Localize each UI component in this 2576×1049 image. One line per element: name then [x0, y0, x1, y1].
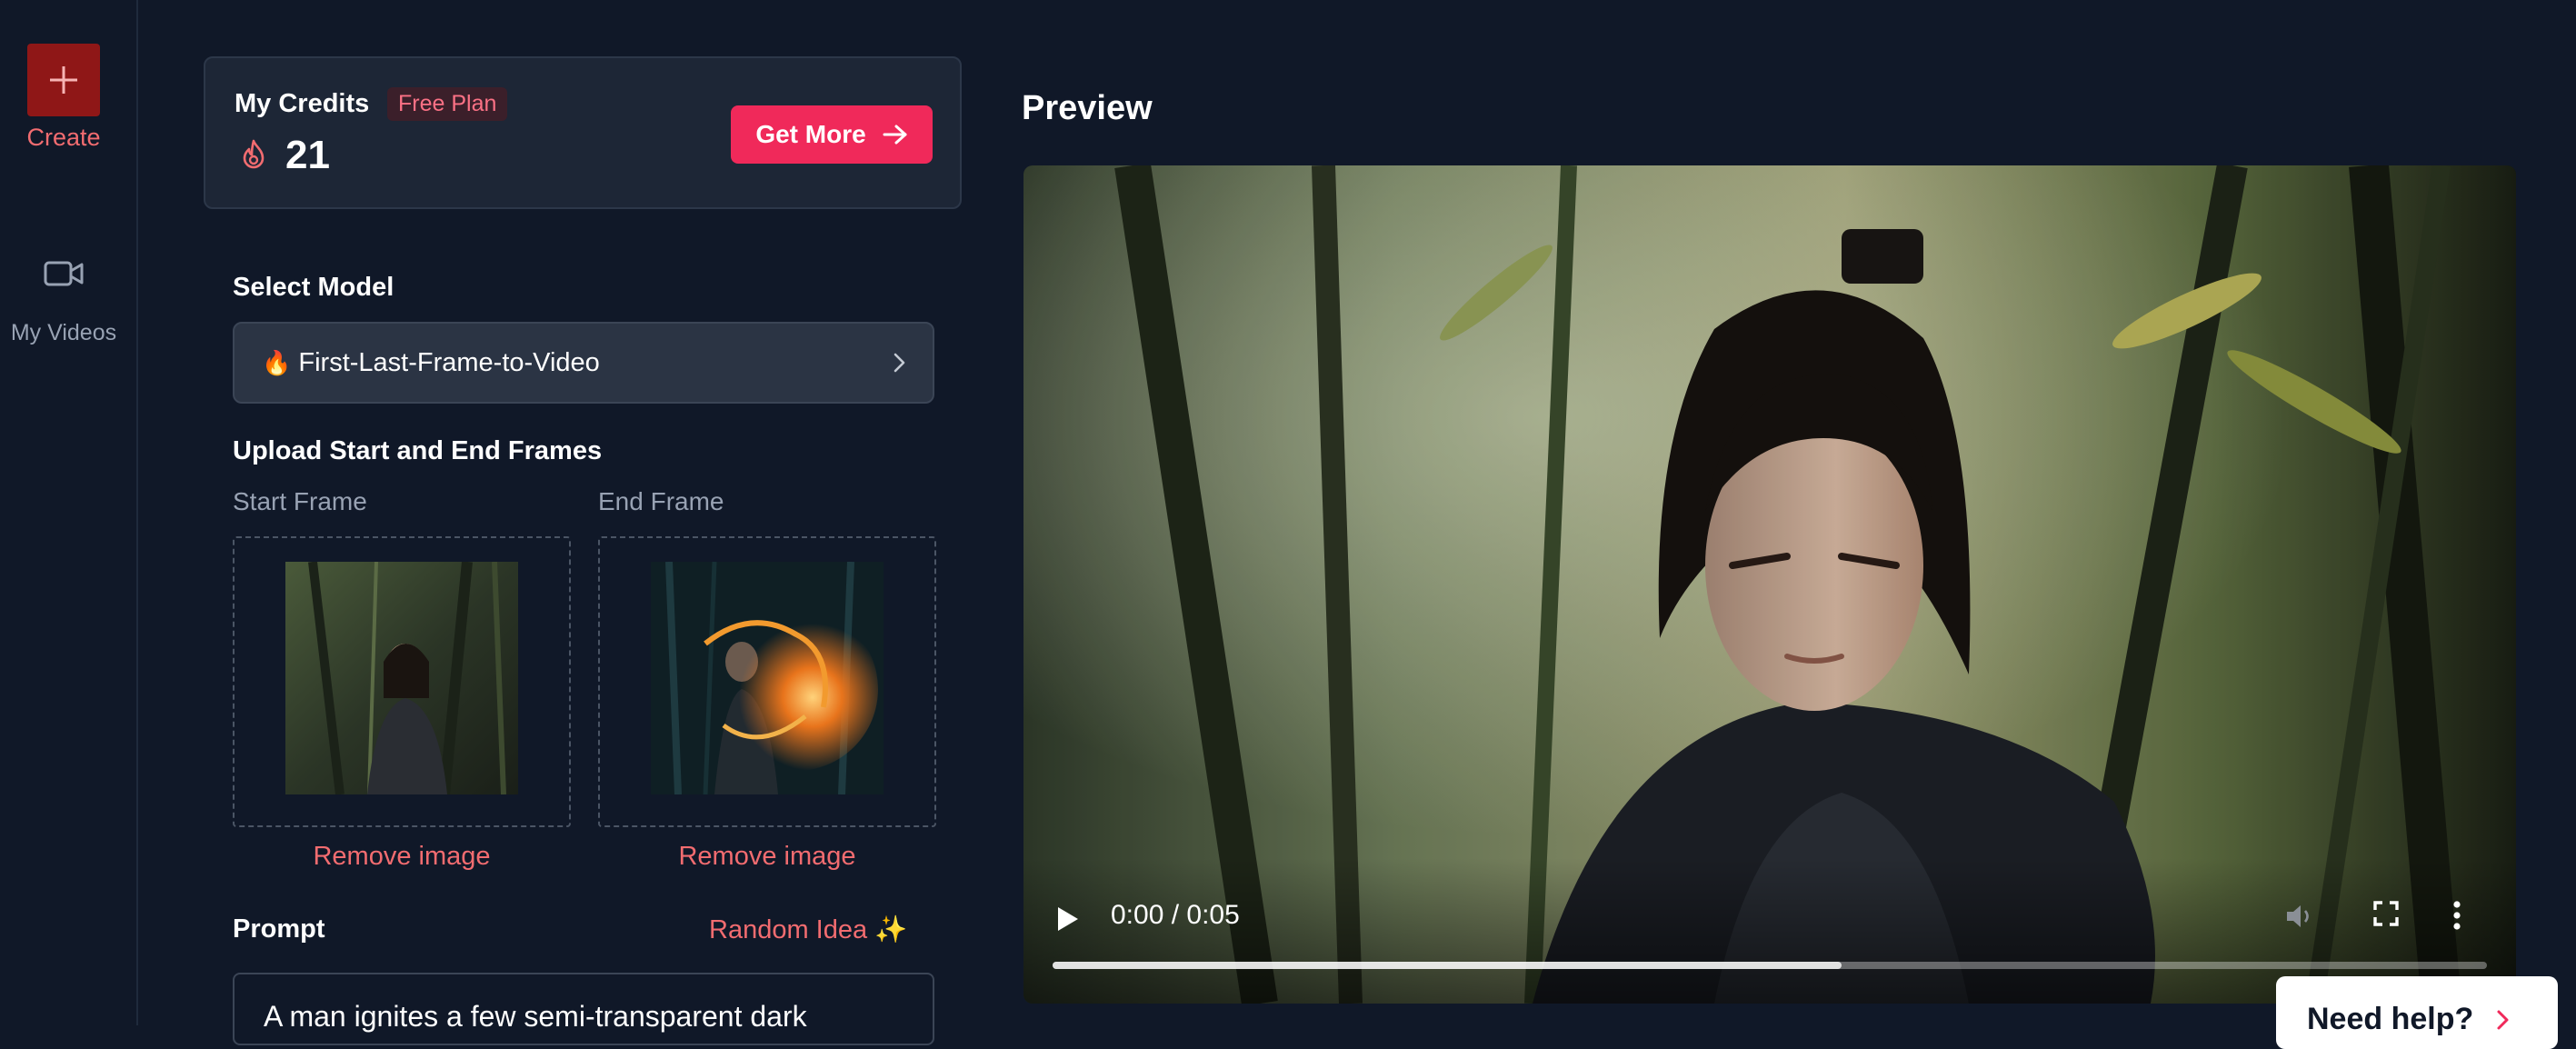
- credits-card: My Credits Free Plan 21 Get More: [204, 56, 962, 209]
- arrow-right-icon: [883, 125, 907, 145]
- random-idea-button[interactable]: Random Idea ✨: [709, 914, 907, 945]
- create-label[interactable]: Create: [0, 124, 127, 152]
- video-camera-icon[interactable]: [44, 258, 84, 289]
- get-more-button[interactable]: Get More: [731, 105, 933, 164]
- credits-value: 21: [285, 133, 330, 177]
- start-frame-label: Start Frame: [233, 487, 367, 515]
- need-help-label: Need help?: [2307, 1002, 2474, 1036]
- volume-icon[interactable]: [2283, 900, 2316, 933]
- credits-title: My Credits: [235, 89, 370, 118]
- model-select[interactable]: 🔥 First-Last-Frame-to-Video: [233, 322, 934, 404]
- flame-icon: [243, 139, 265, 169]
- chevron-right-icon: [894, 353, 905, 373]
- more-vertical-icon[interactable]: [2451, 900, 2463, 931]
- start-frame-dropzone[interactable]: [233, 536, 571, 827]
- need-help-button[interactable]: Need help?: [2276, 976, 2558, 1049]
- my-videos-link[interactable]: My Videos: [0, 320, 127, 346]
- plan-badge: Free Plan: [387, 87, 508, 121]
- get-more-label: Get More: [755, 120, 866, 148]
- remove-end-image-link[interactable]: Remove image: [598, 842, 936, 872]
- model-selected-value: First-Last-Frame-to-Video: [298, 347, 600, 377]
- fire-emoji-icon: 🔥: [262, 348, 292, 376]
- upload-frames-label: Upload Start and End Frames: [233, 436, 603, 465]
- remove-start-image-link[interactable]: Remove image: [233, 842, 571, 872]
- end-frame-image: [651, 562, 884, 794]
- fullscreen-icon[interactable]: [2372, 900, 2400, 927]
- chevron-right-icon: [2497, 1010, 2509, 1030]
- play-icon[interactable]: [1056, 905, 1080, 933]
- plus-icon: [50, 66, 77, 94]
- start-frame-image: [285, 562, 518, 794]
- video-progress-fill: [1053, 962, 1842, 969]
- create-button[interactable]: [27, 44, 100, 116]
- video-time: 0:00 / 0:05: [1111, 900, 1240, 930]
- video-player[interactable]: 0:00 / 0:05: [1023, 165, 2516, 1004]
- preview-title: Preview: [1022, 89, 1153, 127]
- video-progress-bar[interactable]: [1053, 962, 2487, 969]
- end-frame-label: End Frame: [598, 487, 724, 515]
- select-model-label: Select Model: [233, 273, 394, 302]
- sidebar: Create My Videos: [0, 0, 138, 1025]
- prompt-textarea[interactable]: A man ignites a few semi-transparent dar…: [233, 973, 934, 1045]
- prompt-label: Prompt: [233, 914, 325, 944]
- end-frame-dropzone[interactable]: [598, 536, 936, 827]
